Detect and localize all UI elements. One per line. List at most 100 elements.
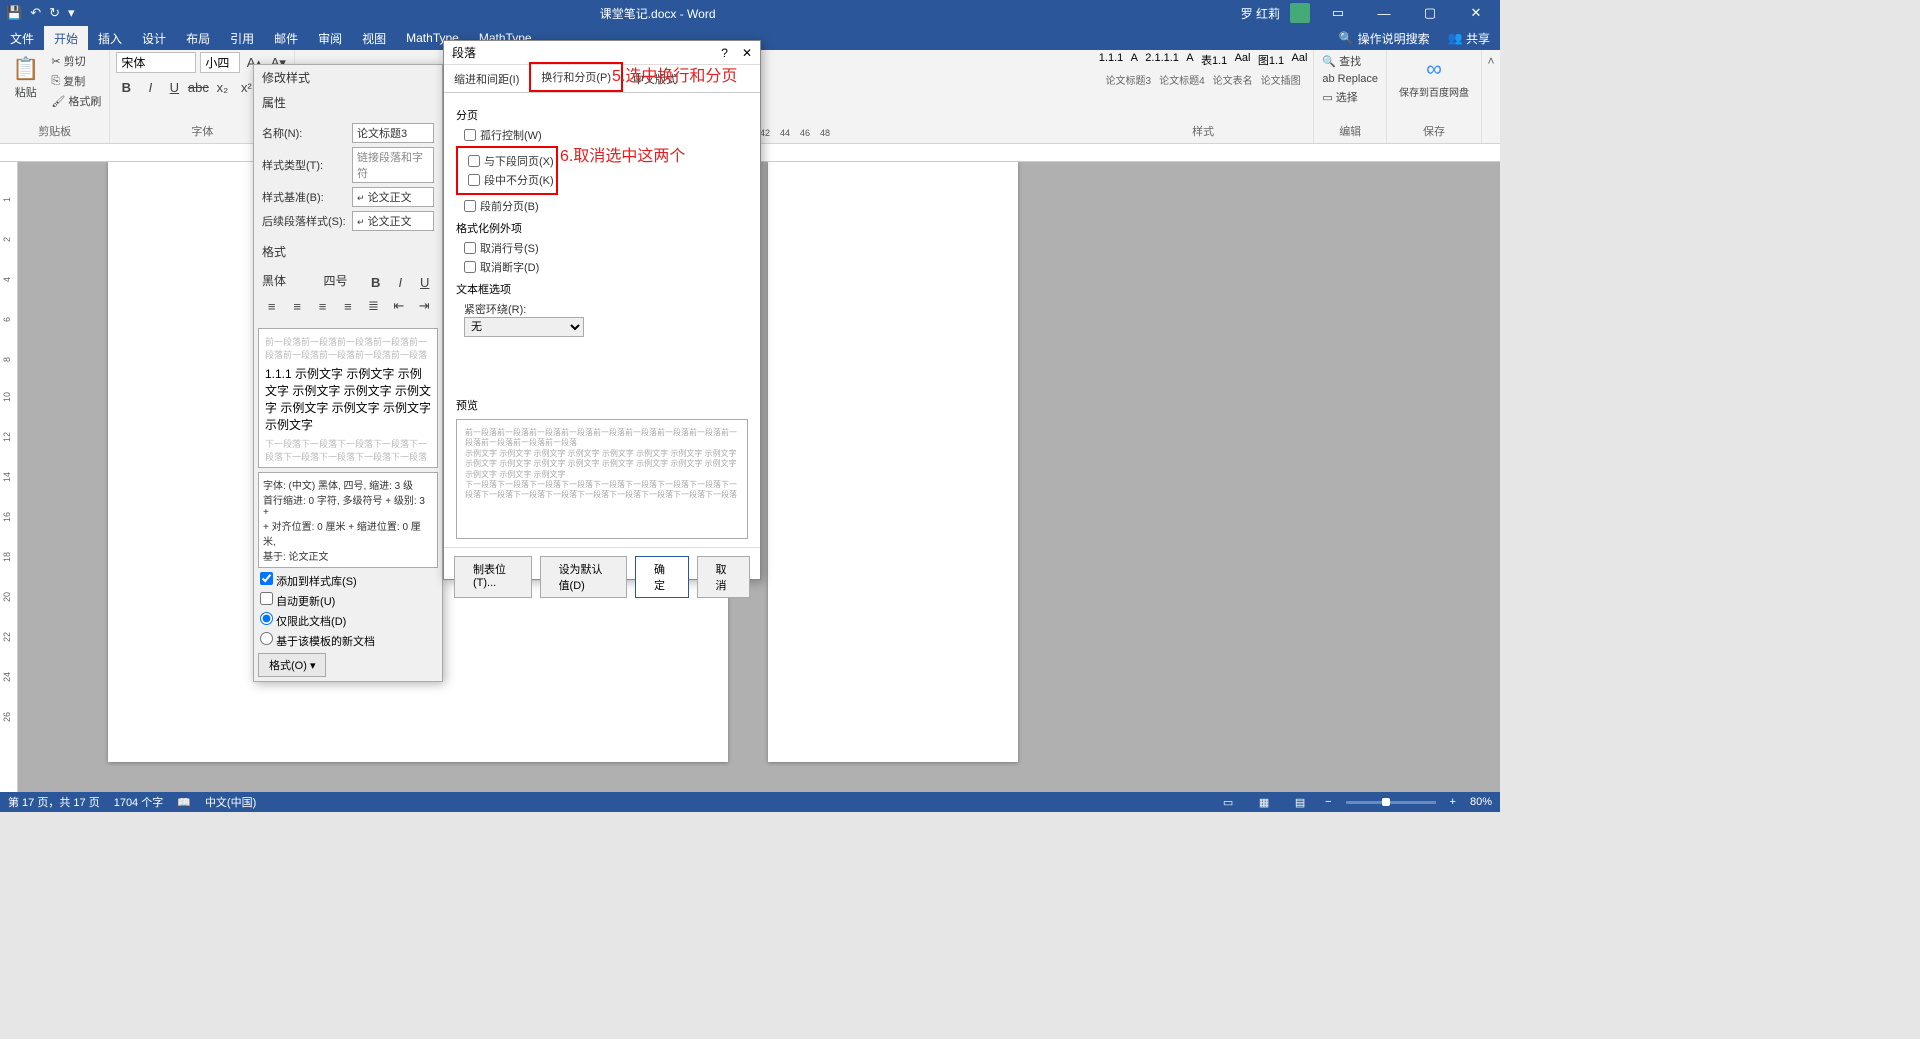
- language-indicator[interactable]: 中文(中国): [205, 794, 256, 810]
- tab-references[interactable]: 引用: [220, 26, 264, 50]
- share-button[interactable]: 👥 共享: [1438, 26, 1500, 50]
- align-left-icon[interactable]: ≡: [262, 296, 281, 316]
- tab-insert[interactable]: 插入: [88, 26, 132, 50]
- format-painter-button[interactable]: 🖌格式刷: [49, 92, 103, 110]
- qat-customize-icon[interactable]: ▾: [68, 5, 75, 21]
- align-justify-icon[interactable]: ≡: [338, 296, 357, 316]
- tab-layout[interactable]: 布局: [176, 26, 220, 50]
- user-name[interactable]: 罗 红莉: [1241, 5, 1280, 22]
- style-preview-2: A: [1131, 52, 1138, 68]
- paste-button[interactable]: 📋 粘贴: [6, 52, 45, 104]
- save-to-baidu-button[interactable]: ∞ 保存到百度网盘: [1393, 52, 1475, 103]
- web-layout-icon[interactable]: ▤: [1289, 796, 1311, 809]
- tab-line-page-breaks[interactable]: 换行和分页(P): [529, 62, 623, 92]
- save-icon[interactable]: 💾: [6, 5, 22, 21]
- replace-button[interactable]: abReplace: [1320, 72, 1380, 86]
- ok-button[interactable]: 确定: [635, 556, 688, 598]
- tab-design[interactable]: 设计: [132, 26, 176, 50]
- tabs-button[interactable]: 制表位(T)...: [454, 556, 532, 598]
- maximize-icon[interactable]: ▢: [1412, 5, 1448, 21]
- keep-lines-together-checkbox[interactable]: 段中不分页(K): [468, 172, 554, 188]
- align-right-icon[interactable]: ≡: [313, 296, 332, 316]
- share-icon: 👥: [1448, 31, 1463, 45]
- fmt-underline-button[interactable]: U: [416, 272, 435, 292]
- only-this-doc-radio[interactable]: 仅限此文档(D): [260, 612, 436, 629]
- fmt-font-combo[interactable]: 黑体: [262, 272, 318, 292]
- font-name-combo[interactable]: 宋体: [116, 52, 196, 73]
- indent-increase-icon[interactable]: ⇥: [415, 296, 434, 316]
- tab-indent-spacing[interactable]: 缩进和间距(I): [444, 66, 529, 92]
- tell-me-search[interactable]: 🔍 操作说明搜索: [1331, 26, 1438, 50]
- subscript-button[interactable]: x₂: [212, 77, 232, 97]
- name-input[interactable]: 论文标题3: [352, 123, 434, 143]
- style-preview-6: Aal: [1235, 52, 1251, 68]
- group-editing: 🔍查找 abReplace ▭选择 编辑: [1314, 50, 1387, 143]
- style-type-combo[interactable]: 链接段落和字符: [352, 147, 434, 183]
- page-indicator[interactable]: 第 17 页，共 17 页: [8, 794, 100, 810]
- user-avatar[interactable]: [1290, 3, 1310, 23]
- word-count[interactable]: 1704 个字: [114, 794, 164, 810]
- close-icon[interactable]: ✕: [1458, 5, 1494, 21]
- find-button[interactable]: 🔍查找: [1320, 52, 1380, 70]
- fmt-italic-button[interactable]: I: [391, 272, 410, 292]
- tab-review[interactable]: 审阅: [308, 26, 352, 50]
- align-center-icon[interactable]: ≡: [287, 296, 306, 316]
- print-layout-icon[interactable]: ▦: [1253, 796, 1275, 809]
- read-mode-icon[interactable]: ▭: [1217, 796, 1239, 809]
- copy-button[interactable]: ⎘复制: [49, 72, 103, 90]
- format-dropdown-button[interactable]: 格式(O) ▾: [258, 653, 326, 677]
- widow-control-checkbox[interactable]: 孤行控制(W): [464, 127, 748, 143]
- ribbon-options-icon[interactable]: ▭: [1320, 5, 1356, 21]
- line-spacing-icon[interactable]: ≣: [364, 296, 383, 316]
- zoom-in-icon[interactable]: +: [1450, 796, 1456, 808]
- tab-home[interactable]: 开始: [44, 26, 88, 50]
- following-style-combo[interactable]: ↵ 论文正文: [352, 211, 434, 231]
- italic-button[interactable]: I: [140, 77, 160, 97]
- redo-icon[interactable]: ↻: [49, 5, 60, 21]
- select-icon: ▭: [1322, 91, 1332, 104]
- zoom-slider[interactable]: [1346, 801, 1436, 804]
- style-preview-7: 图1.1: [1258, 52, 1284, 68]
- select-button[interactable]: ▭选择: [1320, 88, 1380, 106]
- style-tile-4[interactable]: 论文插图: [1261, 72, 1301, 87]
- based-on-combo[interactable]: ↵ 论文正文: [352, 187, 434, 207]
- zoom-percent[interactable]: 80%: [1470, 796, 1492, 808]
- tab-mailings[interactable]: 邮件: [264, 26, 308, 50]
- auto-update-checkbox[interactable]: 自动更新(U): [260, 596, 335, 608]
- cut-button[interactable]: ✂剪切: [49, 52, 103, 70]
- tab-view[interactable]: 视图: [352, 26, 396, 50]
- tight-wrap-select[interactable]: 无: [464, 317, 584, 337]
- bold-button[interactable]: B: [116, 77, 136, 97]
- page-break-before-checkbox[interactable]: 段前分页(B): [464, 198, 748, 214]
- add-to-library-checkbox[interactable]: 添加到样式库(S): [260, 572, 436, 589]
- minimize-icon[interactable]: ―: [1366, 6, 1402, 21]
- fmt-bold-button[interactable]: B: [367, 272, 386, 292]
- paragraph-dialog-title: 段落: [452, 44, 476, 61]
- style-tile-2[interactable]: 论文标题4: [1159, 72, 1205, 87]
- modify-style-title: 修改样式: [254, 65, 442, 90]
- close-dialog-icon[interactable]: ✕: [742, 46, 752, 60]
- tab-file[interactable]: 文件: [0, 26, 44, 50]
- fmt-size-combo[interactable]: 四号: [324, 272, 361, 292]
- underline-button[interactable]: U: [164, 77, 184, 97]
- indent-decrease-icon[interactable]: ⇤: [389, 296, 408, 316]
- font-size-combo[interactable]: 小四: [200, 52, 240, 73]
- based-on-template-radio[interactable]: 基于该模板的新文档: [260, 636, 375, 648]
- vertical-ruler[interactable]: 1 2 4 6 8 10 12 14 16 18 20 22 24 26: [0, 162, 18, 792]
- collapse-ribbon-icon[interactable]: ˄: [1487, 54, 1494, 68]
- style-preview-pane: 前一段落前一段落前一段落前一段落前一段落前一段落前一段落前一段落前一段落 1.1…: [258, 328, 438, 468]
- spell-check-icon[interactable]: 📖: [177, 796, 191, 809]
- help-icon[interactable]: ?: [721, 46, 728, 60]
- set-default-button[interactable]: 设为默认值(D): [540, 556, 627, 598]
- cancel-button[interactable]: 取消: [697, 556, 750, 598]
- dont-hyphenate-checkbox[interactable]: 取消断字(D): [464, 259, 748, 275]
- style-preview-5: 表1.1: [1201, 52, 1227, 68]
- page-right[interactable]: [768, 162, 1018, 762]
- style-tile-3[interactable]: 论文表名: [1213, 72, 1253, 87]
- strikethrough-button[interactable]: abc: [188, 77, 208, 97]
- zoom-out-icon[interactable]: −: [1325, 796, 1331, 808]
- keep-with-next-checkbox[interactable]: 与下段同页(X): [468, 153, 554, 169]
- suppress-line-numbers-checkbox[interactable]: 取消行号(S): [464, 240, 748, 256]
- undo-icon[interactable]: ↶: [30, 5, 41, 21]
- style-tile-1[interactable]: 论文标题3: [1106, 72, 1152, 87]
